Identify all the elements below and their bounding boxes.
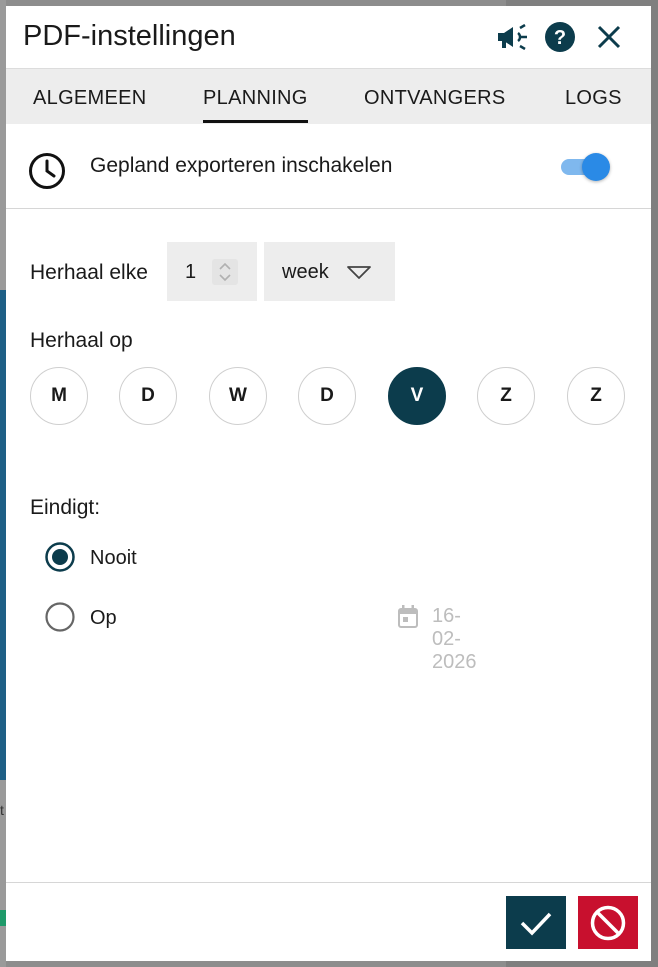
radio-on-date-label: Op (90, 607, 117, 629)
help-icon[interactable]: ? (543, 20, 577, 54)
repeat-every-stepper[interactable]: 1 (167, 242, 257, 301)
ends-label: Eindigt: (30, 496, 101, 519)
schedule-toggle-label: Gepland exporteren inschakelen (90, 154, 393, 177)
end-date-value: 16-02-2026 (432, 605, 477, 673)
repeat-unit-select[interactable]: week (264, 242, 395, 301)
day-button-thursday[interactable]: D (298, 367, 356, 425)
megaphone-icon[interactable] (495, 20, 529, 54)
day-button-monday[interactable]: M (30, 367, 88, 425)
prohibited-icon (590, 905, 626, 940)
radio-never-label: Nooit (90, 547, 137, 569)
background-text: t (0, 802, 4, 818)
clock-icon (29, 153, 65, 189)
day-button-wednesday[interactable]: W (209, 367, 267, 425)
radio-never[interactable] (45, 542, 75, 572)
calendar-icon (398, 605, 418, 628)
dialog-title: PDF-instellingen (23, 20, 236, 52)
dialog-header: PDF-instellingen ? (6, 6, 651, 68)
tab-ontvangers[interactable]: ONTVANGERS (364, 69, 506, 124)
close-icon[interactable] (592, 20, 626, 54)
repeat-every-value: 1 (185, 261, 197, 283)
repeat-on-label: Herhaal op (30, 329, 133, 352)
confirm-button[interactable] (506, 896, 566, 949)
repeat-unit-value: week (282, 261, 329, 283)
tab-logs[interactable]: LOGS (565, 69, 622, 124)
cancel-button[interactable] (578, 896, 638, 949)
pdf-settings-dialog: PDF-instellingen ? ALGEMEEN PLANNING ONT… (6, 6, 651, 961)
day-button-saturday[interactable]: Z (477, 367, 535, 425)
schedule-toggle-row: Gepland exporteren inschakelen (6, 123, 651, 209)
day-button-friday[interactable]: V (388, 367, 446, 425)
day-button-sunday[interactable]: Z (567, 367, 625, 425)
tab-bar: ALGEMEEN PLANNING ONTVANGERS LOGS (6, 68, 651, 124)
stepper-arrows-icon[interactable] (212, 259, 238, 285)
dialog-footer (6, 882, 651, 961)
repeat-every-label: Herhaal elke (30, 261, 148, 284)
chevron-down-icon (346, 264, 372, 285)
switch-knob (582, 153, 610, 181)
tab-planning[interactable]: PLANNING (203, 69, 308, 124)
schedule-toggle-switch[interactable] (560, 153, 612, 181)
checkmark-icon (520, 912, 552, 936)
svg-text:?: ? (554, 27, 566, 49)
radio-on-date[interactable] (45, 602, 75, 632)
day-button-tuesday[interactable]: D (119, 367, 177, 425)
tab-algemeen[interactable]: ALGEMEEN (33, 69, 147, 124)
